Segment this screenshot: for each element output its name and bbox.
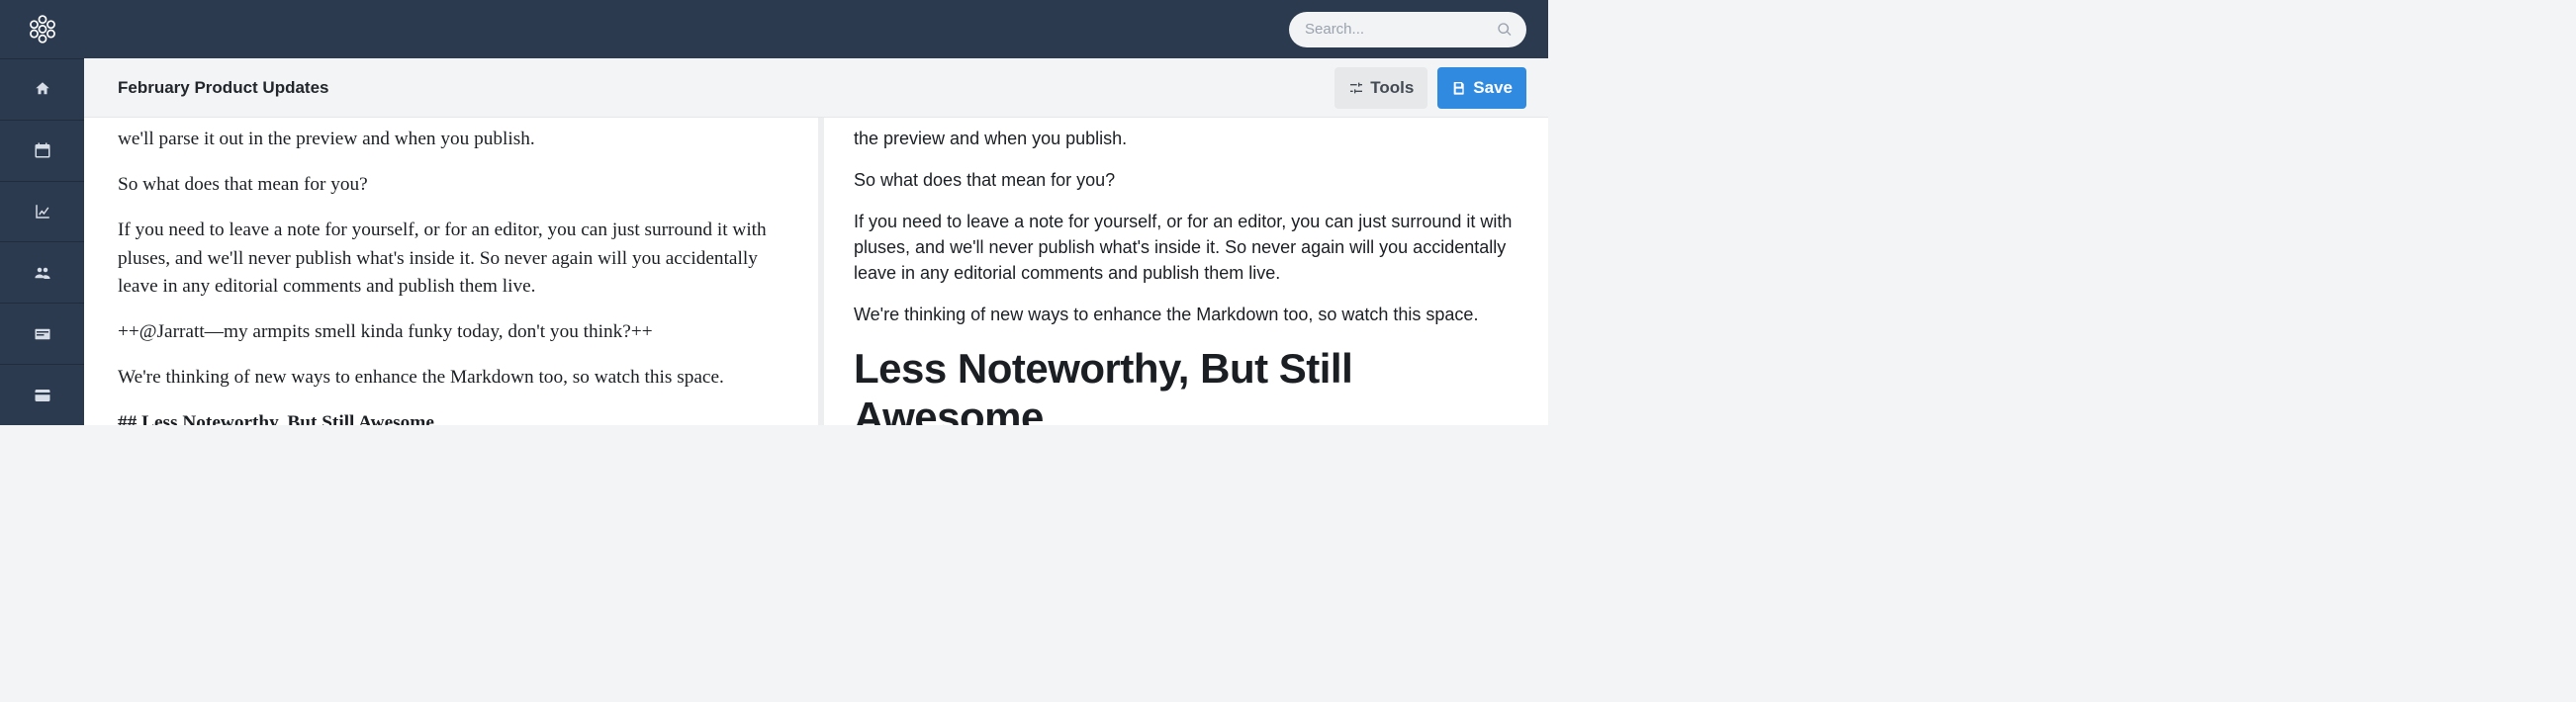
preview-paragraph: So what does that mean for you? bbox=[854, 167, 1524, 193]
nav-people[interactable] bbox=[0, 241, 84, 303]
nav-analytics[interactable] bbox=[0, 181, 84, 242]
preview-pane: the preview and when you publish. So wha… bbox=[824, 118, 1548, 425]
editor-split: we'll parse it out in the preview and wh… bbox=[84, 118, 1548, 425]
md-line: So what does that mean for you? bbox=[118, 171, 794, 199]
md-line: ++@Jarratt—my armpits smell kinda funky … bbox=[118, 318, 794, 346]
sliders-icon bbox=[1348, 80, 1364, 96]
markdown-source-pane[interactable]: we'll parse it out in the preview and wh… bbox=[84, 118, 824, 425]
preview-heading: Less Noteworthy, But Still Awesome bbox=[854, 344, 1524, 425]
app-logo[interactable] bbox=[0, 0, 84, 58]
nav-billing[interactable] bbox=[0, 364, 84, 425]
md-line: We're thinking of new ways to enhance th… bbox=[118, 364, 794, 392]
users-icon bbox=[34, 264, 51, 282]
preview-paragraph: We're thinking of new ways to enhance th… bbox=[854, 302, 1524, 327]
tools-label: Tools bbox=[1370, 78, 1414, 98]
editor-toolbar: February Product Updates Tools Save bbox=[84, 58, 1548, 118]
md-line: we'll parse it out in the preview and wh… bbox=[118, 126, 794, 153]
sidebar-rail bbox=[0, 0, 84, 425]
hex-cluster-icon bbox=[26, 12, 59, 45]
nav-content[interactable] bbox=[0, 303, 84, 364]
chart-line-icon bbox=[34, 203, 51, 220]
search-wrap bbox=[1289, 12, 1526, 47]
preview-paragraph: the preview and when you publish. bbox=[854, 126, 1524, 151]
search-input[interactable] bbox=[1289, 12, 1526, 47]
card-icon bbox=[34, 325, 51, 343]
document-title: February Product Updates bbox=[118, 78, 329, 98]
save-label: Save bbox=[1473, 78, 1513, 98]
calendar-icon bbox=[34, 141, 51, 159]
save-icon bbox=[1451, 80, 1467, 96]
preview-paragraph: If you need to leave a note for yourself… bbox=[854, 209, 1524, 286]
tools-button[interactable]: Tools bbox=[1334, 67, 1427, 109]
nav-home[interactable] bbox=[0, 58, 84, 120]
md-line: If you need to leave a note for yourself… bbox=[118, 217, 794, 301]
home-icon bbox=[34, 80, 51, 98]
save-button[interactable]: Save bbox=[1437, 67, 1526, 109]
credit-card-icon bbox=[34, 387, 51, 404]
md-heading-line: ## Less Noteworthy, But Still Awesome bbox=[118, 409, 794, 425]
nav-calendar[interactable] bbox=[0, 120, 84, 181]
topbar bbox=[84, 0, 1548, 58]
